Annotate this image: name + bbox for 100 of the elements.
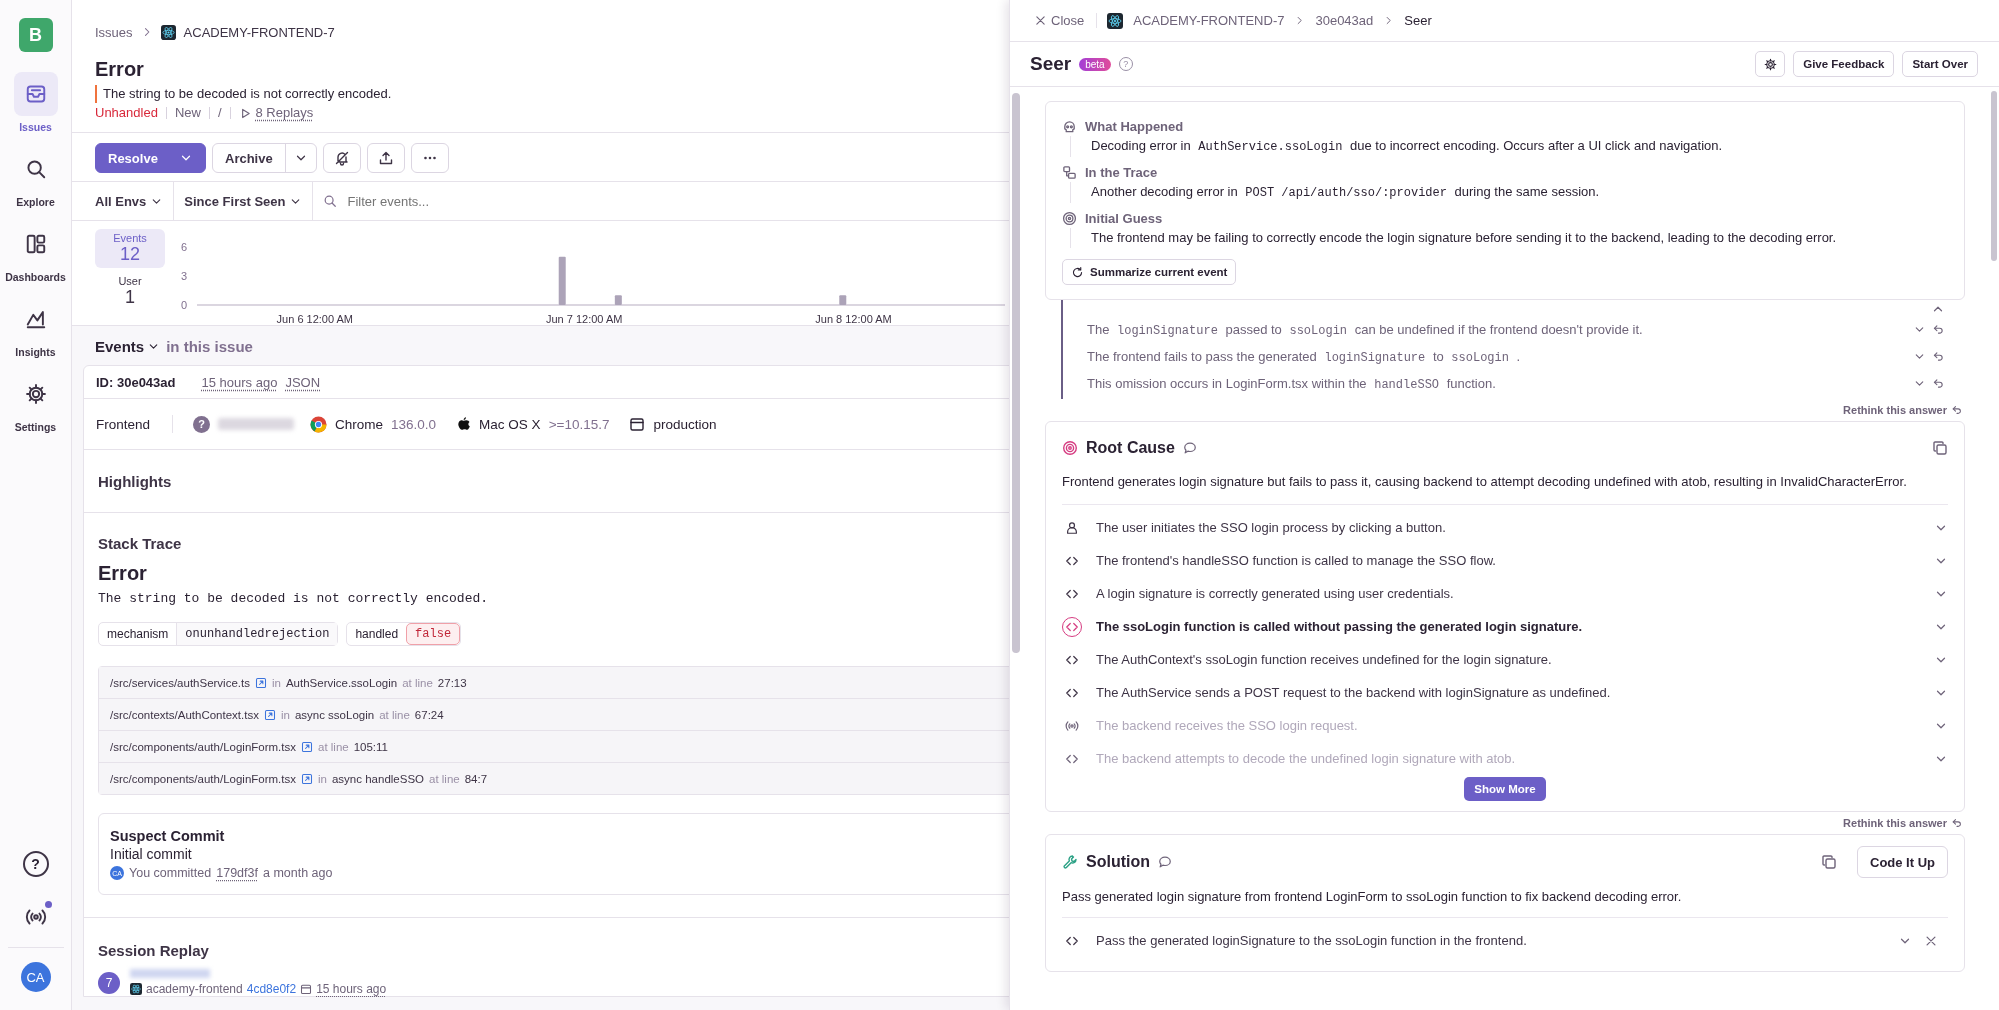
frame-keyword: in <box>318 772 327 785</box>
breadcrumb-link[interactable]: Issues <box>95 24 133 40</box>
comment-icon <box>1182 441 1197 455</box>
code-it-up-button[interactable]: Code It Up <box>1857 846 1948 878</box>
step-text[interactable]: The AuthContext's ssoLogin function receives undefined for the login signature. <box>1096 652 1920 667</box>
frame-function: async handleSSO <box>331 772 424 785</box>
nav-item[interactable]: Explore <box>2 147 69 208</box>
nav-item[interactable]: Issues <box>2 72 69 133</box>
share-button[interactable] <box>366 143 405 173</box>
axis-label: 0 <box>180 299 187 311</box>
replays-link[interactable]: 8 Replays <box>255 103 314 123</box>
axis-label: Jun 8 12:00 AM <box>815 313 892 325</box>
chart-bar <box>839 295 847 305</box>
step-text[interactable]: A login signature is correctly generated using user credentials. <box>1096 586 1920 601</box>
panel-title: Seer <box>1030 53 1072 75</box>
step-text[interactable]: The AuthService sends a POST request to the backend with loginSignature as undefined. <box>1096 685 1920 700</box>
resolve-button[interactable]: Resolve <box>95 143 206 173</box>
mute-button[interactable] <box>322 143 361 173</box>
refresh-icon <box>1071 265 1084 279</box>
line-chart-icon <box>24 308 47 330</box>
solution-text: Pass generated login signature from frontend LoginForm to ssoLogin function to fix backend decoding error. <box>1062 888 1683 906</box>
step-text[interactable]: The ssoLogin function is called without passing the generated login signature. <box>1096 619 1920 634</box>
summary-heading: What Happened <box>1085 118 1184 134</box>
breadcrumb-item[interactable]: Seer <box>1404 13 1432 28</box>
card-title: Root Cause <box>1086 439 1175 457</box>
commit-message: Initial commit <box>110 846 193 862</box>
beta-badge: beta <box>1079 57 1111 71</box>
replay-time: 15 hours ago <box>316 982 387 996</box>
frame-keyword: in <box>280 708 290 721</box>
react-logo-icon <box>160 24 176 40</box>
external-link-icon <box>254 676 267 689</box>
search-icon <box>24 158 47 180</box>
wrench-icon <box>1062 854 1078 870</box>
commit-hash-link[interactable]: 179df3f <box>216 866 258 880</box>
help-button[interactable]: ? <box>22 851 49 877</box>
user-avatar: ? <box>193 415 211 433</box>
separator-text: / <box>217 104 222 122</box>
undo-icon <box>1951 817 1963 829</box>
scrollbar[interactable] <box>1991 91 1997 261</box>
rethink-link[interactable]: Rethink this answer <box>1843 817 1947 829</box>
breadcrumb-item[interactable]: 30e043ad <box>1315 13 1374 28</box>
rethink-link[interactable]: Rethink this answer <box>1843 404 1947 416</box>
frame-keyword: in <box>271 676 281 689</box>
user-avatar[interactable]: CA <box>20 962 51 992</box>
frame-function: AuthService.ssoLogin <box>285 676 398 689</box>
summary-heading: In the Trace <box>1085 164 1158 180</box>
environment-dropdown[interactable]: All Envs <box>95 182 175 220</box>
summary-text: Another decoding error in POST /api/auth/sso/:provider during the same session. <box>1070 182 1948 203</box>
step-text[interactable]: The user initiates the SSO login process by clicking a button. <box>1096 520 1920 535</box>
step-text[interactable]: The frontend's handleSSO function is called to manage the SSO flow. <box>1096 553 1920 568</box>
bell-off-icon <box>333 150 350 166</box>
window-icon <box>629 416 646 432</box>
frame-file: /src/services/authService.ts <box>110 676 250 689</box>
breadcrumb-item[interactable]: ACADEMY-FRONTEND-7 <box>183 24 335 40</box>
section-title: Session Replay <box>98 942 210 959</box>
tag-value: false <box>406 623 461 645</box>
close-button[interactable]: Close <box>1034 13 1098 28</box>
nav-item[interactable]: Settings <box>2 372 69 433</box>
json-link[interactable]: JSON <box>285 374 321 390</box>
undo-icon <box>1932 323 1945 336</box>
settings-icon <box>1763 57 1777 71</box>
summarize-button[interactable]: Summarize current event <box>1062 259 1237 285</box>
project-name: Frontend <box>96 416 151 432</box>
stat-tab[interactable]: User 1 <box>95 272 165 311</box>
frame-file: /src/contexts/AuthContext.tsx <box>110 708 259 721</box>
insight-text: The frontend fails to pass the generated loginSignature to ssoLogin . <box>1087 348 1522 365</box>
summary-text: Decoding error in AuthService.ssoLogin due to incorrect encoding. Occurs after a UI click and navigation. <box>1070 136 1948 157</box>
show-more-button[interactable]: Show More <box>1464 777 1546 801</box>
header-button[interactable]: Give Feedback <box>1793 51 1895 77</box>
settings-button[interactable] <box>1755 51 1786 77</box>
undo-icon <box>1932 350 1945 363</box>
inbox-icon <box>24 83 47 105</box>
archive-button[interactable]: Archive <box>212 143 317 173</box>
events-scope: in this issue <box>166 338 253 355</box>
scrollbar[interactable] <box>1012 93 1020 653</box>
issue-title: Error <box>95 58 145 81</box>
header-button[interactable]: Start Over <box>1902 51 1978 77</box>
axis-label: 3 <box>180 270 187 282</box>
insight-text: This omission occurs in LoginForm.tsx within the handleSSO function. <box>1087 375 1497 392</box>
search-icon <box>323 194 338 208</box>
chrome-logo-icon <box>310 415 328 433</box>
period-dropdown[interactable]: Since First Seen <box>184 182 314 220</box>
nav-item[interactable]: Insights <box>2 297 69 358</box>
nav-item[interactable]: Dashboards <box>2 222 69 283</box>
section-title: Highlights <box>98 472 172 490</box>
browser-version: 136.0.0 <box>391 416 437 432</box>
stat-tab[interactable]: Events 12 <box>95 229 165 268</box>
root-cause-text: Frontend generates login signature but fails to pass it, causing backend to attempt decoding undefined with atob, resulting in InvalidCharacterError. <box>1062 473 1908 491</box>
tag-value: onunhandledrejection <box>176 623 338 645</box>
events-dropdown[interactable]: Events <box>95 338 161 355</box>
breadcrumb-item[interactable]: ACADEMY-FRONTEND-7 <box>1133 13 1285 28</box>
chart-bar <box>558 256 566 305</box>
undo-icon <box>1932 377 1945 390</box>
target-icon <box>1062 440 1078 456</box>
step-text[interactable]: Pass the generated loginSignature to the ssoLogin function in the frontend. <box>1096 933 1884 948</box>
axis-label: Jun 7 12:00 AM <box>545 313 623 325</box>
replay-avatar: 7 <box>98 971 120 994</box>
substatus-label: New <box>174 104 201 122</box>
chart-bar <box>614 295 622 305</box>
replay-id-link[interactable]: 4cd8e0f2 <box>246 982 297 996</box>
